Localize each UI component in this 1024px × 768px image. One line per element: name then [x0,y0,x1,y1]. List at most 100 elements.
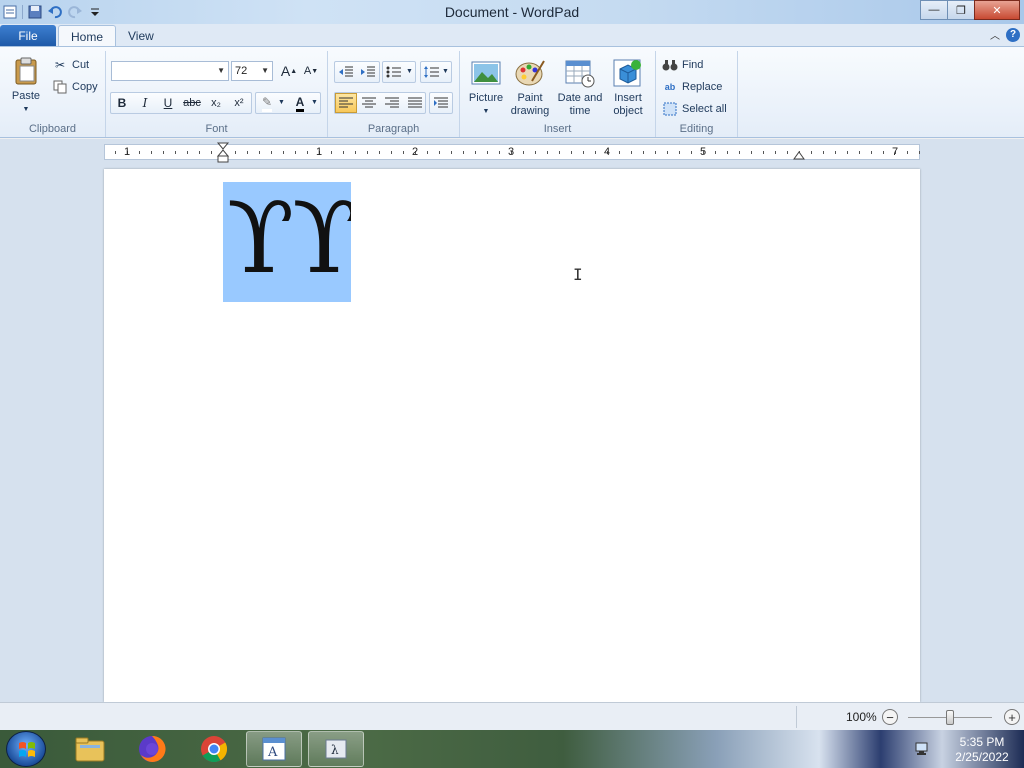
font-family-dropdown-icon: ▼ [217,66,225,75]
date-label-1: Date and [557,92,603,104]
start-button[interactable] [6,731,46,767]
line-spacing-dropdown-icon[interactable]: ▼ [442,68,449,75]
help-icon[interactable]: ? [1006,27,1020,42]
ruler-tick [439,151,440,154]
ruler-tick [823,151,824,154]
grow-font-icon: A [280,63,291,79]
ribbon-right-controls: ︿ ? [990,27,1020,42]
ruler-tick [487,151,488,154]
ruler-tick [535,151,536,154]
bullet-list-icon[interactable] [383,62,405,82]
minimize-ribbon-icon[interactable]: ︿ [990,27,1000,42]
insert-object-icon [613,59,641,87]
ruler-tick [307,151,308,154]
character-map-taskbar-icon[interactable]: λ [308,731,364,767]
object-label-2: object [613,105,643,117]
superscript-button[interactable]: x² [228,93,250,113]
paragraph-settings-icon[interactable] [430,93,452,113]
justify-icon[interactable] [404,93,426,113]
highlight-dropdown-icon[interactable]: ▼ [278,99,285,106]
font-family-combo[interactable]: ▼ [111,61,229,81]
paint-drawing-button[interactable]: Paint drawing [508,57,552,118]
text-selection[interactable]: ϒϒ [223,182,351,302]
insert-group-label: Insert [543,123,572,135]
ruler-tick [667,151,668,154]
text-color-button[interactable]: A [289,93,311,113]
network-icon[interactable] [914,740,932,758]
bullet-dropdown-icon[interactable]: ▼ [406,68,413,75]
shrink-font-button[interactable]: A ▼ [300,61,322,81]
status-bar: 100% − + [0,702,1024,730]
replace-icon: ab [664,82,676,92]
clock[interactable]: 5:35 PM 2/25/2022 [944,735,1020,765]
font-size-value: 72 [235,65,248,77]
bold-button[interactable]: B [111,93,133,113]
select-all-button[interactable]: Select all [662,101,727,117]
document-page[interactable]: ϒϒ I [104,169,920,702]
align-right-icon[interactable] [381,93,403,113]
ruler-tick [115,151,116,154]
cut-button[interactable]: ✂ Cut [52,57,89,73]
zoom-in-button[interactable]: + [1004,709,1020,725]
wordpad-taskbar-icon[interactable]: A [246,731,302,767]
status-divider [796,706,797,728]
zoom-out-button[interactable]: − [882,709,898,725]
highlight-color-button[interactable]: ✎ [256,93,278,113]
window-title: Document - WordPad [444,4,580,20]
paragraph-group-label: Paragraph [367,123,420,135]
picture-label: Picture [468,92,504,104]
underline-button[interactable]: U [157,93,179,113]
font-group: ▼ 72 ▼ A ▲ A ▼ B I U abc x₂ x² ✎ ▼ A ▼ Fon… [106,51,328,137]
ruler-tick [151,151,152,154]
clipboard-group: Paste ▼ ✂ Cut Copy Clipboard [0,51,106,137]
close-button[interactable]: ✕ [974,0,1020,20]
paste-icon [15,57,37,85]
file-explorer-icon[interactable] [62,731,118,767]
restore-button[interactable]: ❐ [947,0,975,20]
font-size-combo[interactable]: 72 ▼ [231,61,273,81]
file-tab[interactable]: File [0,25,56,46]
align-left-icon[interactable] [335,93,357,113]
select-all-icon [662,101,678,117]
copy-button[interactable]: Copy [52,79,98,95]
decrease-indent-icon[interactable] [335,62,357,82]
tab-home[interactable]: Home [58,25,117,47]
ruler-tick [235,151,236,154]
document-text[interactable]: ϒϒ [227,182,351,302]
ruler-tick [343,151,344,154]
italic-button[interactable]: I [134,93,156,113]
ruler-tick [631,151,632,154]
ruler-tick [919,151,920,154]
grow-font-button[interactable]: A ▲ [278,61,300,81]
ruler-tick [883,151,884,154]
align-center-icon[interactable] [358,93,380,113]
replace-button[interactable]: ab Replace [662,79,723,95]
ruler-number: 7 [891,146,899,158]
strikethrough-button[interactable]: abc [181,93,203,113]
tab-view[interactable]: View [116,25,166,47]
line-spacing-icon[interactable] [421,62,443,82]
picture-icon [471,61,501,85]
scissors-icon: ✂ [54,58,66,72]
firefox-icon[interactable] [124,731,180,767]
indent-marker-icon[interactable] [216,142,230,166]
subscript-button[interactable]: x₂ [205,93,227,113]
replace-label: Replace [682,81,723,93]
zoom-slider-thumb[interactable] [946,710,954,725]
chrome-icon[interactable] [186,731,242,767]
picture-button[interactable]: Picture ▼ [466,57,506,118]
ribbon-tabs: File Home View ︿ ? [0,24,1024,47]
date-time-button[interactable]: Date and time [554,57,606,118]
paste-dropdown-icon: ▼ [22,106,30,113]
increase-indent-icon[interactable] [357,62,379,82]
shrink-font-icon: A [303,65,312,77]
ruler-tick [247,151,248,154]
right-indent-marker-icon[interactable] [792,149,806,161]
insert-object-button[interactable]: Insert object [608,57,648,118]
find-button[interactable]: Find [662,57,703,73]
paste-button[interactable]: Paste ▼ [6,55,46,116]
system-tray: 5:35 PM 2/25/2022 [908,732,1024,766]
text-color-dropdown-icon[interactable]: ▼ [311,99,318,106]
minimize-button[interactable]: — [920,0,948,20]
paragraph-group: ▼ ▼ Paragraph [328,51,460,137]
